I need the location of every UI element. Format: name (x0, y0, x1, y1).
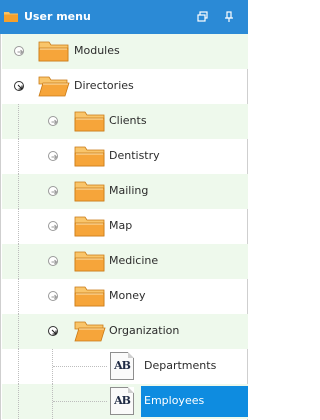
folder-glyph (74, 111, 105, 132)
tree-guide-line (18, 104, 19, 139)
tree-item[interactable]: Organization (2, 314, 248, 349)
expand-toggle-icon[interactable] (48, 186, 58, 196)
tree-item[interactable]: AB Employees (2, 384, 248, 419)
folder-glyph (74, 146, 105, 167)
tree-item-label: Money (109, 289, 146, 302)
folder-glyph (74, 181, 105, 202)
folder-glyph (74, 251, 105, 272)
tree-item[interactable]: Mailing (2, 174, 248, 209)
folder-open-glyph (74, 321, 106, 342)
expand-toggle-icon[interactable] (48, 116, 58, 126)
expand-toggle-icon[interactable] (48, 151, 58, 161)
user-menu-tree: Modules Directories Clients Dentistry Mailin… (0, 34, 248, 420)
collapse-toggle-icon[interactable] (14, 81, 24, 91)
folder-icon (74, 144, 106, 171)
tree-guide-line (18, 314, 19, 349)
tree-item[interactable]: Medicine (2, 244, 248, 279)
tree-item-label: Departments (144, 359, 217, 372)
restore-window-icon[interactable] (196, 10, 210, 24)
panel-title: User menu (24, 10, 91, 23)
folder-glyph (74, 286, 105, 307)
folder-icon (74, 284, 106, 311)
folder-icon (74, 179, 106, 206)
tree-guide-line (18, 174, 19, 209)
tree-guide-line (18, 384, 19, 419)
folder-open-icon (74, 319, 106, 346)
expand-toggle-icon[interactable] (14, 46, 24, 56)
table-icon: AB (110, 387, 134, 415)
tree-guide-line (18, 349, 19, 384)
tree-item-label: Dentistry (109, 149, 160, 162)
tree-item[interactable]: AB Departments (2, 349, 248, 384)
tree-guide-line (18, 209, 19, 244)
tree-item[interactable]: Dentistry (2, 139, 248, 174)
tree-item-label: Medicine (109, 254, 159, 267)
tree-item-label: Employees (144, 394, 205, 407)
tree-item[interactable]: Modules (2, 34, 248, 69)
tree-guide-line (18, 279, 19, 314)
collapse-toggle-icon[interactable] (48, 326, 58, 336)
tree-item[interactable]: Directories (2, 69, 248, 104)
folder-icon (74, 249, 106, 276)
folder-glyph (38, 41, 69, 62)
tree-item-label: Directories (74, 79, 134, 92)
tree-guide-line (53, 366, 107, 367)
panel-header: User menu (0, 0, 248, 34)
folder-icon (4, 12, 18, 22)
folder-open-glyph (38, 76, 70, 97)
expand-toggle-icon[interactable] (48, 221, 58, 231)
folder-glyph (74, 216, 105, 237)
folder-icon (74, 214, 106, 241)
tree-guide-line (18, 244, 19, 279)
tree-item-label: Modules (74, 44, 120, 57)
tree-item[interactable]: Map (2, 209, 248, 244)
tree-item-label: Organization (109, 324, 180, 337)
expand-toggle-icon[interactable] (48, 291, 58, 301)
tree-item[interactable]: Clients (2, 104, 248, 139)
folder-icon (38, 39, 70, 66)
tree-item-label: Clients (109, 114, 147, 127)
expand-toggle-icon[interactable] (48, 256, 58, 266)
tree-item[interactable]: Money (2, 279, 248, 314)
tree-item-label: Mailing (109, 184, 149, 197)
folder-icon (74, 109, 106, 136)
table-icon: AB (110, 352, 134, 380)
tree-guide-line (53, 401, 107, 402)
tree-item-label: Map (109, 219, 133, 232)
tree-guide-line (18, 139, 19, 174)
folder-open-icon (38, 74, 70, 101)
pin-icon[interactable] (222, 10, 236, 24)
